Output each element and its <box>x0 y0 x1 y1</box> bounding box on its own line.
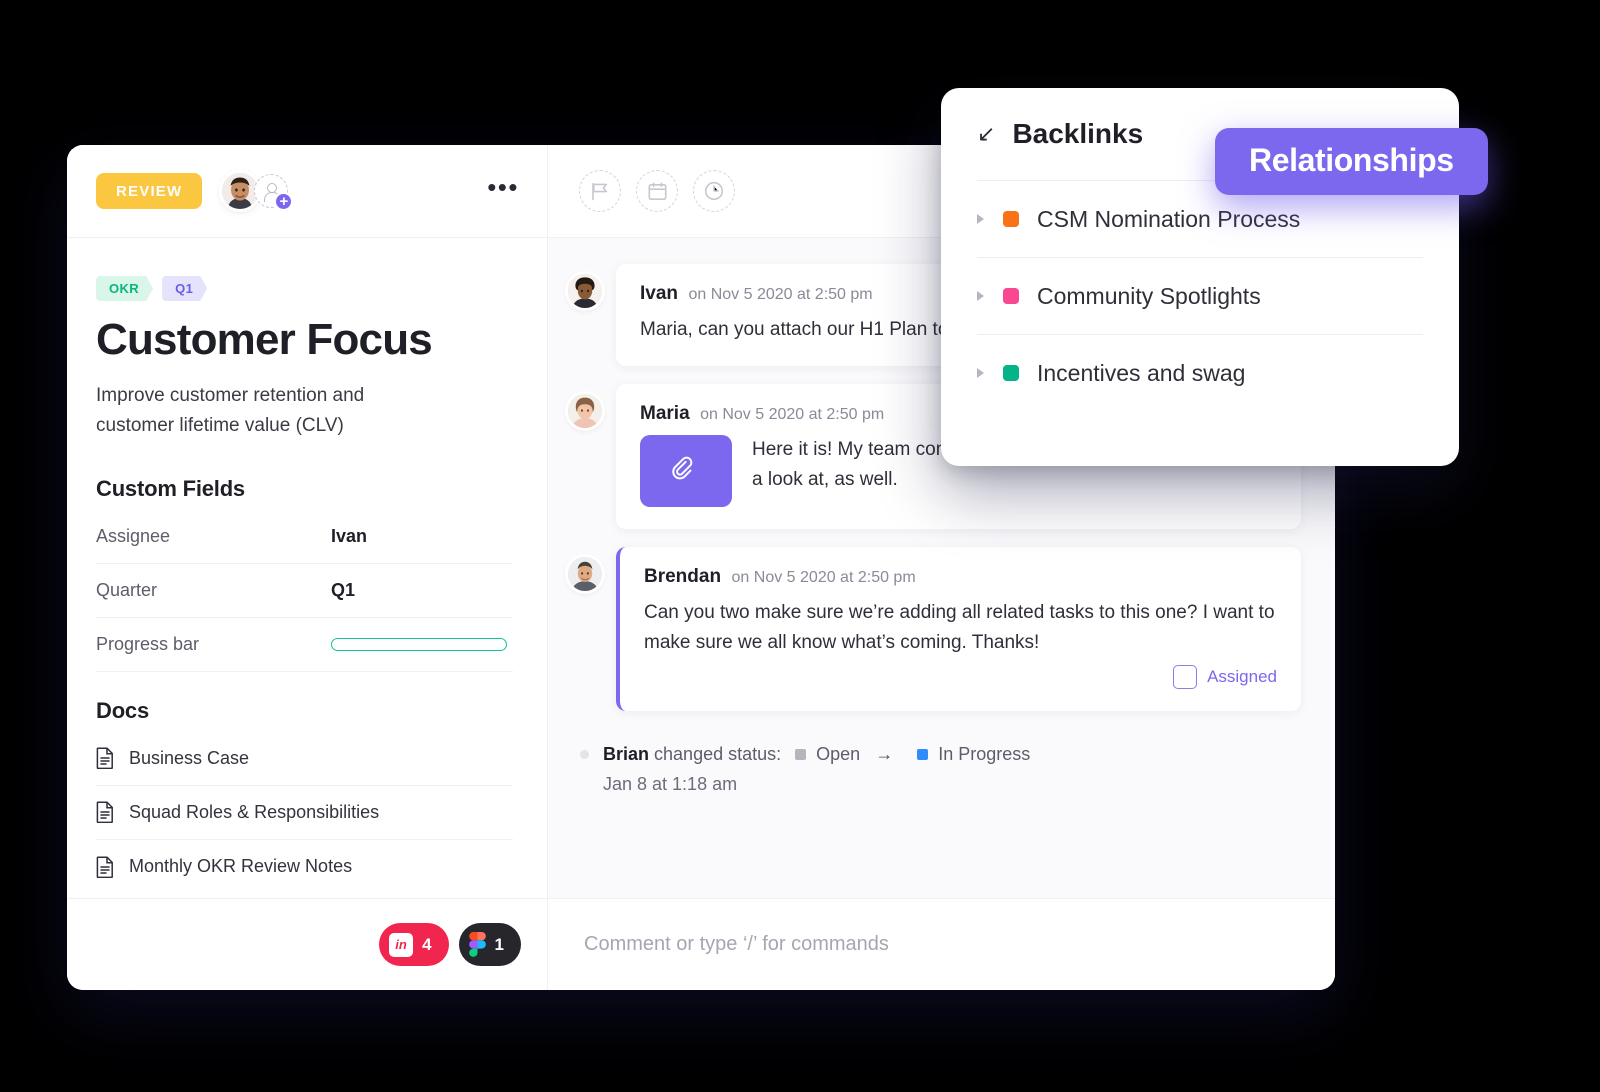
doc-label: Business Case <box>129 747 250 768</box>
relationship-item-incentives-and-swag[interactable]: Incentives and swag <box>977 334 1423 411</box>
assigned-toggle[interactable]: Assigned <box>644 665 1277 690</box>
status-button[interactable]: REVIEW <box>96 173 203 209</box>
avatar[interactable] <box>222 173 259 209</box>
relationships-tab[interactable]: Relationships <box>1215 128 1488 195</box>
figma-icon <box>468 932 486 957</box>
field-value: Ivan <box>331 525 368 546</box>
comment-item: Brendan on Nov 5 2020 at 2:50 pm Can you… <box>568 547 1301 712</box>
progress-bar[interactable] <box>331 637 507 651</box>
avatar[interactable] <box>568 274 602 308</box>
chevron-right-icon[interactable] <box>977 368 985 378</box>
comment-author: Ivan <box>640 283 679 304</box>
relationship-label: Incentives and swag <box>1037 359 1246 386</box>
status-color-swatch <box>1003 365 1019 381</box>
paperclip-icon[interactable] <box>640 435 732 508</box>
task-left-body: OKR Q1 Customer Focus Improve customer r… <box>67 238 547 898</box>
status-swatch-in-progress <box>917 749 929 761</box>
comment-bubble-highlighted: Brendan on Nov 5 2020 at 2:50 pm Can you… <box>616 547 1301 712</box>
invision-count: 4 <box>422 934 432 954</box>
arrow-icon: → <box>875 744 894 765</box>
doc-item-squad-roles[interactable]: Squad Roles & Responsibilities <box>96 786 513 840</box>
comment-composer-bar: Comment or type ‘/’ for commands <box>548 898 1335 990</box>
comment-body: Can you two make sure we’re adding all r… <box>644 602 1275 653</box>
activity-from-status: Open <box>816 744 861 765</box>
add-assignee-button[interactable]: + <box>254 174 294 211</box>
task-description: Improve customer retention and customer … <box>96 385 365 437</box>
comment-input[interactable]: Comment or type ‘/’ for commands <box>584 933 889 956</box>
custom-fields-heading: Custom Fields <box>96 475 245 501</box>
assigned-label: Assigned <box>1207 667 1277 687</box>
overflow-menu-button[interactable]: ••• <box>487 174 519 202</box>
docs-heading: Docs <box>96 697 149 723</box>
document-icon <box>96 856 114 878</box>
screenshot-stage: REVIEW + ••• OKR Q1 Customer Focus Impro… <box>0 0 1600 1092</box>
comment-timestamp: on Nov 5 2020 at 2:50 pm <box>688 286 873 303</box>
field-row-progress[interactable]: Progress bar <box>96 618 513 672</box>
backlinks-title: Backlinks <box>1012 118 1144 149</box>
status-swatch-open <box>795 749 807 761</box>
activity-status-change: Brian changed status: Open → In Progress… <box>568 729 1301 795</box>
assigned-checkbox[interactable] <box>1173 665 1198 690</box>
activity-timestamp: Jan 8 at 1:18 am <box>603 774 738 795</box>
field-label: Progress bar <box>96 633 200 654</box>
invision-badge[interactable]: in 4 <box>379 923 449 966</box>
assignee-group: + <box>222 173 294 211</box>
figma-badge[interactable]: 1 <box>458 923 521 966</box>
task-header-bar: REVIEW + ••• <box>67 145 547 238</box>
collapse-arrow-icon[interactable]: ↙ <box>977 123 995 145</box>
status-color-swatch <box>1003 288 1019 304</box>
status-color-swatch <box>1003 211 1019 227</box>
task-left-pane: REVIEW + ••• OKR Q1 Customer Focus Impro… <box>67 145 548 990</box>
avatar[interactable] <box>568 394 602 429</box>
document-icon <box>96 801 114 824</box>
avatar[interactable] <box>568 557 602 592</box>
tag-okr[interactable]: OKR <box>96 276 153 301</box>
doc-item-monthly-okr-review-notes[interactable]: Monthly OKR Review Notes <box>96 840 513 894</box>
field-row-quarter[interactable]: Quarter Q1 <box>96 564 513 618</box>
relationship-label: Community Spotlights <box>1037 282 1261 309</box>
invision-icon: in <box>389 932 414 957</box>
page-title: Customer Focus <box>96 315 433 364</box>
figma-count: 1 <box>494 934 504 954</box>
field-label: Assignee <box>96 525 171 546</box>
comment-author: Maria <box>640 403 690 425</box>
activity-to-status: In Progress <box>938 744 1031 765</box>
relationship-label: CSM Nomination Process <box>1037 205 1301 232</box>
document-icon <box>96 747 114 770</box>
calendar-icon[interactable] <box>636 170 678 212</box>
activity-dot-icon <box>580 750 589 760</box>
comment-author: Brendan <box>644 566 722 588</box>
tag-list: OKR Q1 <box>96 276 513 301</box>
doc-label: Monthly OKR Review Notes <box>129 856 353 877</box>
field-value: Q1 <box>331 579 356 600</box>
activity-actor: Brian <box>603 744 650 765</box>
activity-line: Brian changed status: Open → In Progress <box>603 741 1030 768</box>
activity-text-block: Brian changed status: Open → In Progress… <box>603 741 1030 795</box>
integrations-bar: in 4 1 <box>67 898 547 990</box>
flag-icon[interactable] <box>579 170 621 212</box>
clock-icon[interactable] <box>693 170 735 212</box>
comment-meta: Brendan on Nov 5 2020 at 2:50 pm <box>644 566 1277 588</box>
doc-label: Squad Roles & Responsibilities <box>129 801 380 822</box>
doc-item-business-case[interactable]: Business Case <box>96 732 513 786</box>
chevron-right-icon[interactable] <box>977 214 985 224</box>
plus-icon: + <box>274 192 294 211</box>
chevron-right-icon[interactable] <box>977 291 985 301</box>
field-row-assignee[interactable]: Assignee Ivan <box>96 510 513 564</box>
activity-action: changed status: <box>654 744 782 765</box>
comment-timestamp: on Nov 5 2020 at 2:50 pm <box>731 569 916 587</box>
comment-timestamp: on Nov 5 2020 at 2:50 pm <box>700 406 885 424</box>
field-label: Quarter <box>96 579 158 600</box>
relationship-item-community-spotlights[interactable]: Community Spotlights <box>977 257 1423 334</box>
tag-q1[interactable]: Q1 <box>162 276 207 301</box>
